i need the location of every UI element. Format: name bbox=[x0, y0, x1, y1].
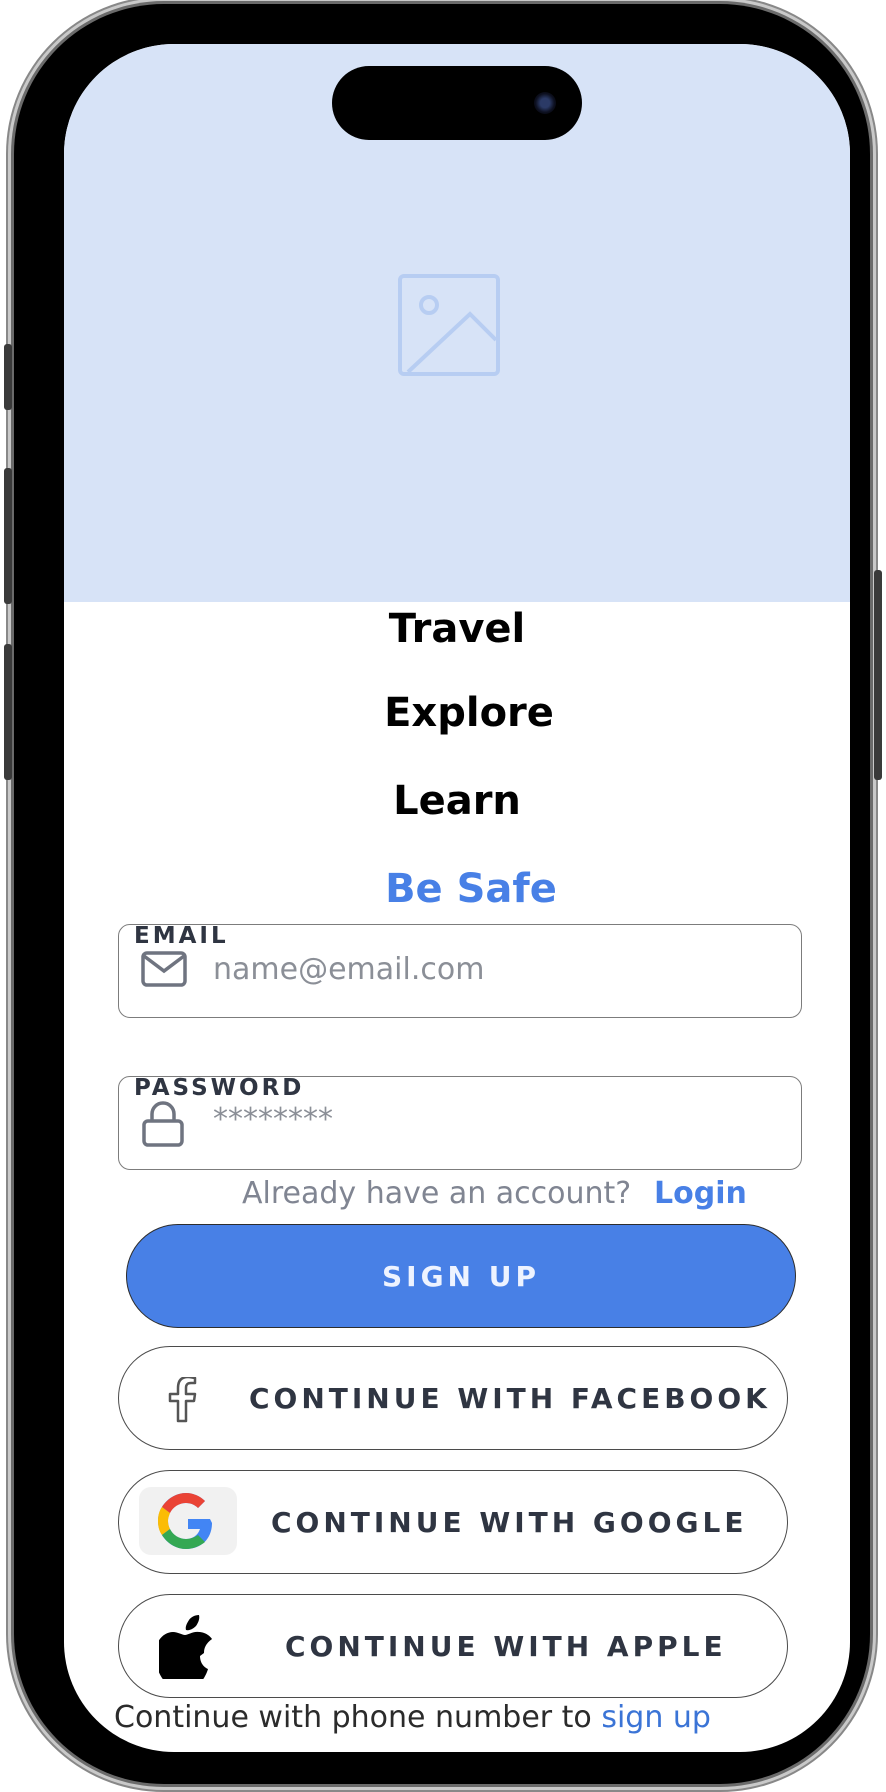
continue-facebook-button[interactable]: CONTINUE WITH FACEBOOK bbox=[118, 1346, 788, 1450]
login-link[interactable]: Login bbox=[654, 1176, 747, 1211]
tagline-be-safe: Be Safe bbox=[385, 866, 557, 912]
image-placeholder-icon bbox=[398, 274, 500, 380]
phone-frame: Travel Explore Learn Be Safe EMAIL PASSW… bbox=[14, 4, 870, 1784]
lock-icon bbox=[141, 1101, 185, 1151]
google-label: CONTINUE WITH GOOGLE bbox=[271, 1506, 748, 1539]
login-question: Already have an account? bbox=[242, 1176, 632, 1211]
volume-up-button bbox=[4, 468, 12, 604]
tagline-travel: Travel bbox=[388, 606, 526, 652]
email-input[interactable] bbox=[213, 947, 773, 991]
power-button bbox=[874, 570, 882, 780]
apple-icon bbox=[155, 1611, 215, 1686]
tagline-learn: Learn bbox=[393, 778, 521, 824]
mail-icon bbox=[141, 951, 187, 991]
email-label: EMAIL bbox=[134, 923, 229, 949]
camera-icon bbox=[534, 92, 556, 114]
volume-down-button bbox=[4, 644, 12, 780]
footer-sign-up-link[interactable]: sign up bbox=[601, 1700, 711, 1735]
sign-up-label: SIGN UP bbox=[381, 1259, 540, 1293]
sign-up-button[interactable]: SIGN UP bbox=[126, 1224, 796, 1328]
action-button bbox=[4, 344, 12, 410]
google-icon bbox=[139, 1487, 237, 1555]
screen: Travel Explore Learn Be Safe EMAIL PASSW… bbox=[64, 44, 850, 1752]
password-input[interactable] bbox=[213, 1097, 773, 1141]
phone-signup-prompt: Continue with phone number to sign up bbox=[114, 1700, 711, 1735]
facebook-icon bbox=[167, 1375, 197, 1427]
email-field[interactable]: EMAIL bbox=[118, 923, 802, 1018]
continue-google-button[interactable]: CONTINUE WITH GOOGLE bbox=[118, 1470, 788, 1574]
password-field[interactable]: PASSWORD bbox=[118, 1075, 802, 1170]
continue-apple-button[interactable]: CONTINUE WITH APPLE bbox=[118, 1594, 788, 1698]
apple-label: CONTINUE WITH APPLE bbox=[285, 1630, 727, 1663]
dynamic-island bbox=[332, 66, 582, 140]
tagline-explore: Explore bbox=[384, 690, 554, 736]
facebook-label: CONTINUE WITH FACEBOOK bbox=[249, 1382, 771, 1415]
footer-text: Continue with phone number to bbox=[114, 1700, 592, 1735]
